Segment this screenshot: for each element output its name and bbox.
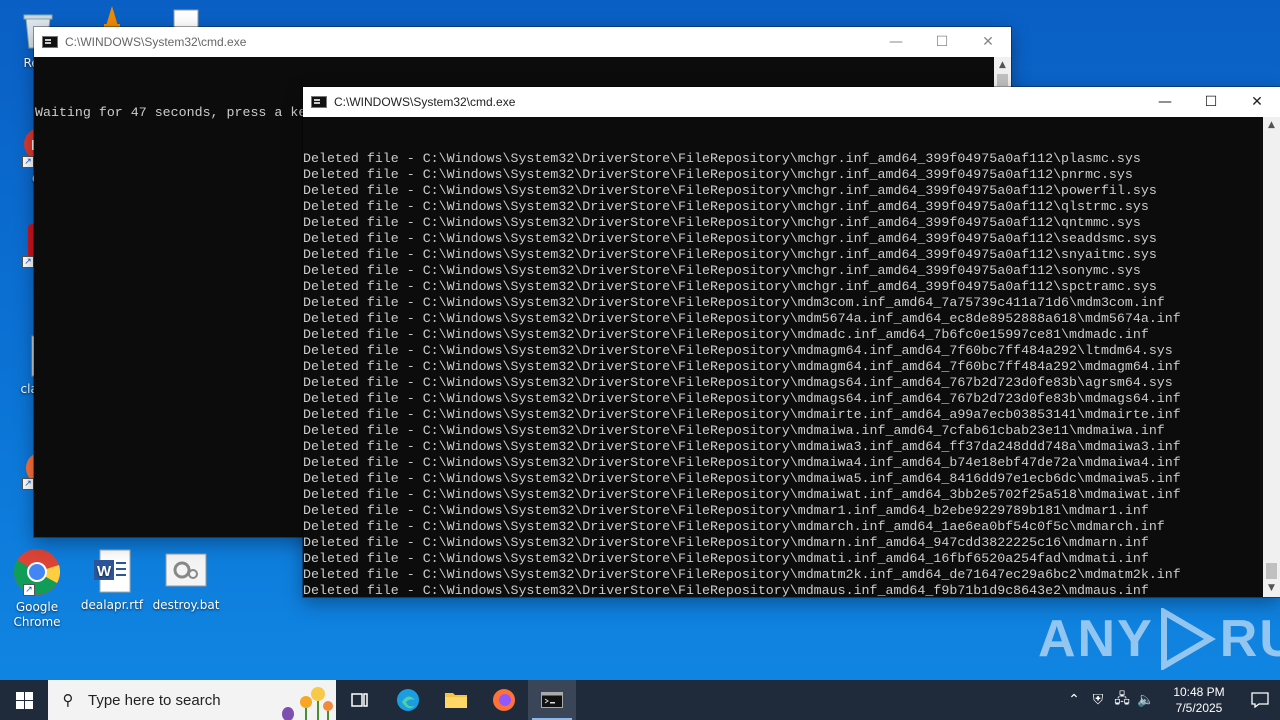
taskbar-firefox-button[interactable] <box>480 680 528 720</box>
maximize-button[interactable]: ☐ <box>919 27 965 57</box>
search-highlight-flowers-icon <box>282 687 333 720</box>
console-line: Deleted file - C:\Windows\System32\Drive… <box>303 535 1149 550</box>
network-icon[interactable]: 🖧 <box>1110 688 1134 712</box>
scroll-down-arrow-icon[interactable]: ▼ <box>1263 580 1280 597</box>
console-line: Deleted file - C:\Windows\System32\Drive… <box>303 439 1181 454</box>
security-shield-icon[interactable]: ⛨ <box>1086 692 1110 708</box>
cmd-icon <box>541 692 563 708</box>
taskbar-file-explorer-button[interactable] <box>432 680 480 720</box>
taskbar-clock[interactable]: 10:48 PM 7/5/2025 <box>1164 684 1234 716</box>
clock-date: 7/5/2025 <box>1175 701 1223 715</box>
shortcut-arrow-icon: ↗ <box>22 156 34 168</box>
console-line: Deleted file - C:\Windows\System32\Drive… <box>303 487 1181 502</box>
shortcut-arrow-icon: ↗ <box>22 256 34 268</box>
titlebar[interactable]: C:\WINDOWS\System32\cmd.exe — ☐ ✕ <box>303 87 1280 117</box>
svg-text:W: W <box>97 563 112 580</box>
console-line: Deleted file - C:\Windows\System32\Drive… <box>303 471 1181 486</box>
console-lines: Deleted file - C:\Windows\System32\Drive… <box>303 151 1263 597</box>
start-button[interactable] <box>0 680 48 720</box>
watermark-text-right: RUN <box>1219 610 1280 668</box>
shortcut-arrow-icon: ↗ <box>23 584 35 596</box>
console-line: Deleted file - C:\Windows\System32\Drive… <box>303 551 1149 566</box>
windows-logo-icon <box>15 691 33 709</box>
console-line: Deleted file - C:\Windows\System32\Drive… <box>303 423 1165 438</box>
console-line: Deleted file - C:\Windows\System32\Drive… <box>303 295 1165 310</box>
console-line: Deleted file - C:\Windows\System32\Drive… <box>303 455 1181 470</box>
desktop-icon-label: dealapr.rtf <box>80 598 144 612</box>
taskbar-edge-button[interactable] <box>384 680 432 720</box>
clock-time: 10:48 PM <box>1173 685 1225 699</box>
desktop-icon-label: destroy.bat <box>152 598 220 612</box>
console-line: Deleted file - C:\Windows\System32\Drive… <box>303 279 1157 294</box>
task-view-button[interactable] <box>336 680 384 720</box>
vlc-cone-icon <box>90 4 134 28</box>
notification-icon <box>1251 692 1269 708</box>
folder-icon <box>445 693 467 708</box>
cmd-icon <box>42 36 58 48</box>
console-line: Deleted file - C:\Windows\System32\Drive… <box>303 311 1181 326</box>
search-input[interactable] <box>88 691 288 709</box>
console-line: Deleted file - C:\Windows\System32\Drive… <box>303 151 1141 166</box>
minimize-button[interactable]: — <box>873 27 919 57</box>
taskbar: ⚲ ⌃ ⛨ 🖧 🔈 10:48 PM 7/5/2025 <box>0 680 1280 720</box>
shortcut-arrow-icon: ↗ <box>22 478 34 490</box>
system-tray: ⌃ ⛨ 🖧 🔈 10:48 PM 7/5/2025 <box>1062 680 1280 720</box>
scroll-up-arrow-icon[interactable]: ▲ <box>994 57 1011 74</box>
watermark-text-left: ANY <box>1038 610 1154 668</box>
console-line: Deleted file - C:\Windows\System32\Drive… <box>303 407 1181 422</box>
scrollbar-thumb[interactable] <box>1266 563 1277 579</box>
console-line: Deleted file - C:\Windows\System32\Drive… <box>303 215 1141 230</box>
desktop-icon-google-chrome[interactable]: ↗ Google Chrome <box>1 548 73 630</box>
console-line: Deleted file - C:\Windows\System32\Drive… <box>303 519 1165 534</box>
minimize-button[interactable]: — <box>1142 87 1188 117</box>
console-line: Deleted file - C:\Windows\System32\Drive… <box>303 247 1157 262</box>
search-icon: ⚲ <box>62 691 74 709</box>
taskbar-search-box[interactable]: ⚲ <box>48 680 336 720</box>
console-line: Deleted file - C:\Windows\System32\Drive… <box>303 183 1157 198</box>
chrome-icon: ↗ <box>13 548 61 596</box>
console-line: Deleted file - C:\Windows\System32\Drive… <box>303 167 1133 182</box>
scroll-up-arrow-icon[interactable]: ▲ <box>1263 117 1280 134</box>
notification-center-button[interactable] <box>1240 680 1280 720</box>
console-line: Deleted file - C:\Windows\System32\Drive… <box>303 583 1149 597</box>
scrollbar-thumb[interactable] <box>997 74 1008 86</box>
console-line: Deleted file - C:\Windows\System32\Drive… <box>303 327 1149 342</box>
batch-file-gears-icon <box>164 548 208 594</box>
console-line: Deleted file - C:\Windows\System32\Drive… <box>303 343 1173 358</box>
close-button[interactable]: ✕ <box>1234 87 1280 117</box>
console-line: Deleted file - C:\Windows\System32\Drive… <box>303 199 1149 214</box>
cmd-icon <box>311 96 327 108</box>
cmd-window-foreground[interactable]: C:\WINDOWS\System32\cmd.exe — ☐ ✕ Delete… <box>303 87 1280 597</box>
task-view-icon <box>351 693 368 707</box>
titlebar[interactable]: C:\WINDOWS\System32\cmd.exe — ☐ ✕ <box>34 27 1011 57</box>
word-document-icon: W <box>90 548 134 594</box>
close-button[interactable]: ✕ <box>965 27 1011 57</box>
anyrun-watermark: ANY RUN <box>1038 608 1280 670</box>
console-line: Deleted file - C:\Windows\System32\Drive… <box>303 567 1181 582</box>
desktop-icon-dealapr-rtf[interactable]: W dealapr.rtf <box>76 548 148 613</box>
vertical-scrollbar[interactable]: ▲ ▼ <box>1263 117 1280 597</box>
console-line: Deleted file - C:\Windows\System32\Drive… <box>303 391 1181 406</box>
window-title: C:\WINDOWS\System32\cmd.exe <box>65 35 247 49</box>
console-output[interactable]: Deleted file - C:\Windows\System32\Drive… <box>303 117 1263 597</box>
console-line: Deleted file - C:\Windows\System32\Drive… <box>303 263 1141 278</box>
chevron-up-icon[interactable]: ⌃ <box>1062 692 1086 708</box>
maximize-button[interactable]: ☐ <box>1188 87 1234 117</box>
console-line: Deleted file - C:\Windows\System32\Drive… <box>303 375 1173 390</box>
desktop-icon-destroy-bat[interactable]: destroy.bat <box>150 548 222 613</box>
play-triangle-icon <box>1160 608 1216 670</box>
firefox-icon <box>493 689 515 711</box>
volume-icon[interactable]: 🔈 <box>1134 692 1158 708</box>
edge-icon <box>397 689 419 711</box>
window-title: C:\WINDOWS\System32\cmd.exe <box>334 95 516 109</box>
desktop-icon-label: Google Chrome <box>13 600 61 629</box>
console-line: Deleted file - C:\Windows\System32\Drive… <box>303 231 1157 246</box>
console-line: Deleted file - C:\Windows\System32\Drive… <box>303 359 1181 374</box>
taskbar-cmd-button[interactable] <box>528 680 576 720</box>
console-line: Deleted file - C:\Windows\System32\Drive… <box>303 503 1149 518</box>
